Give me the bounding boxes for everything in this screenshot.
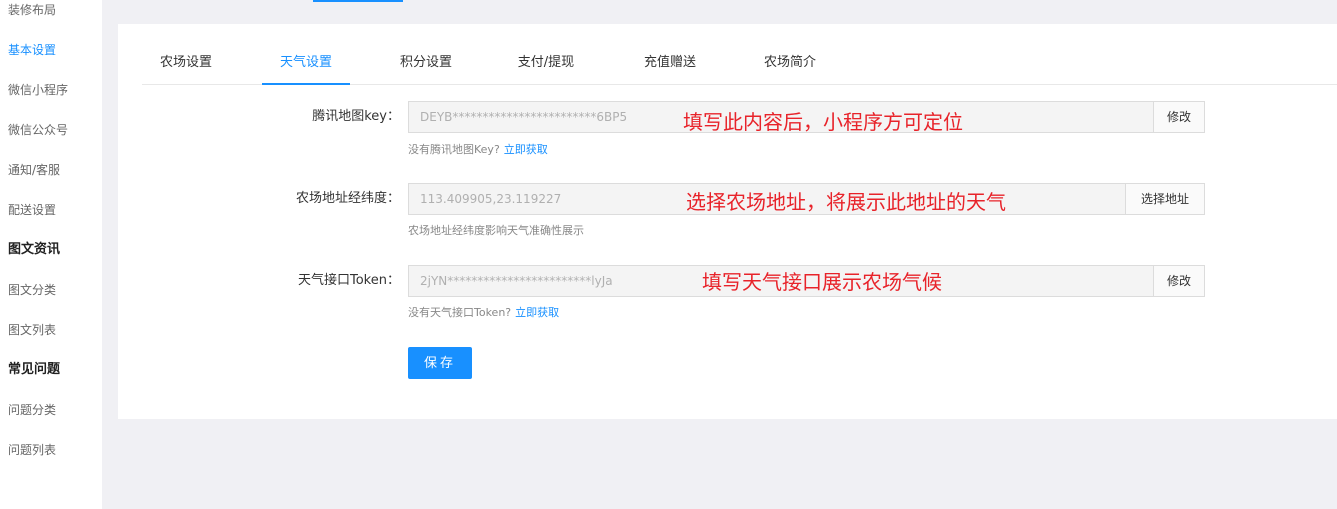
tab-farm-settings[interactable]: 农场设置 (142, 45, 230, 85)
weather-token-label: 天气接口Token： (298, 273, 400, 288)
map-key-help: 没有腾讯地图Key? 立即获取 (408, 143, 548, 157)
sidebar-item-basic-settings[interactable]: 基本设置 (8, 42, 56, 58)
sidebar-item-notification-service[interactable]: 通知/客服 (8, 162, 60, 178)
coordinates-annotation: 选择农场地址，将展示此地址的天气 (686, 190, 1006, 214)
sidebar-section-faq: 常见问题 (8, 362, 61, 377)
tab-payment-withdraw[interactable]: 支付/提现 (502, 45, 590, 85)
map-key-label: 腾讯地图key： (312, 109, 400, 124)
sidebar-item-wechat-miniprogram[interactable]: 微信小程序 (8, 82, 68, 98)
sidebar-item-decoration-layout[interactable]: 装修布局 (8, 2, 56, 18)
map-key-edit-button[interactable]: 修改 (1153, 101, 1205, 133)
settings-tabs: 农场设置 天气设置 积分设置 支付/提现 充值赠送 农场简介 (142, 45, 1337, 85)
map-key-annotation: 填写此内容后，小程序方可定位 (683, 110, 963, 134)
sidebar: 装修布局 基本设置 微信小程序 微信公众号 通知/客服 配送设置 图文资讯 图文… (0, 0, 102, 509)
map-key-help-text: 没有腾讯地图Key? (408, 143, 500, 156)
sidebar-item-news-list[interactable]: 图文列表 (8, 322, 56, 338)
sidebar-item-faq-list[interactable]: 问题列表 (8, 442, 56, 458)
coordinates-label: 农场地址经纬度： (295, 191, 400, 206)
tab-points-settings[interactable]: 积分设置 (382, 45, 470, 85)
select-address-button[interactable]: 选择地址 (1125, 183, 1205, 215)
tab-farm-intro[interactable]: 农场简介 (746, 45, 834, 85)
weather-token-annotation: 填写天气接口展示农场气候 (702, 270, 942, 294)
sidebar-section-news: 图文资讯 (8, 242, 61, 257)
top-nav-active-indicator (313, 0, 403, 2)
weather-token-help-text: 没有天气接口Token? (408, 306, 512, 319)
sidebar-item-news-category[interactable]: 图文分类 (8, 282, 56, 298)
map-key-get-link[interactable]: 立即获取 (504, 143, 548, 156)
tab-weather-settings[interactable]: 天气设置 (262, 45, 350, 85)
tab-recharge-gift[interactable]: 充值赠送 (626, 45, 714, 85)
sidebar-item-delivery-settings[interactable]: 配送设置 (8, 202, 56, 218)
coordinates-help: 农场地址经纬度影响天气准确性展示 (408, 224, 584, 237)
sidebar-item-faq-category[interactable]: 问题分类 (8, 402, 56, 418)
weather-token-get-link[interactable]: 立即获取 (515, 306, 559, 319)
weather-token-edit-button[interactable]: 修改 (1153, 265, 1205, 297)
sidebar-item-wechat-official-account[interactable]: 微信公众号 (8, 122, 68, 138)
save-button[interactable]: 保存 (408, 347, 472, 379)
weather-token-help: 没有天气接口Token? 立即获取 (408, 306, 559, 320)
